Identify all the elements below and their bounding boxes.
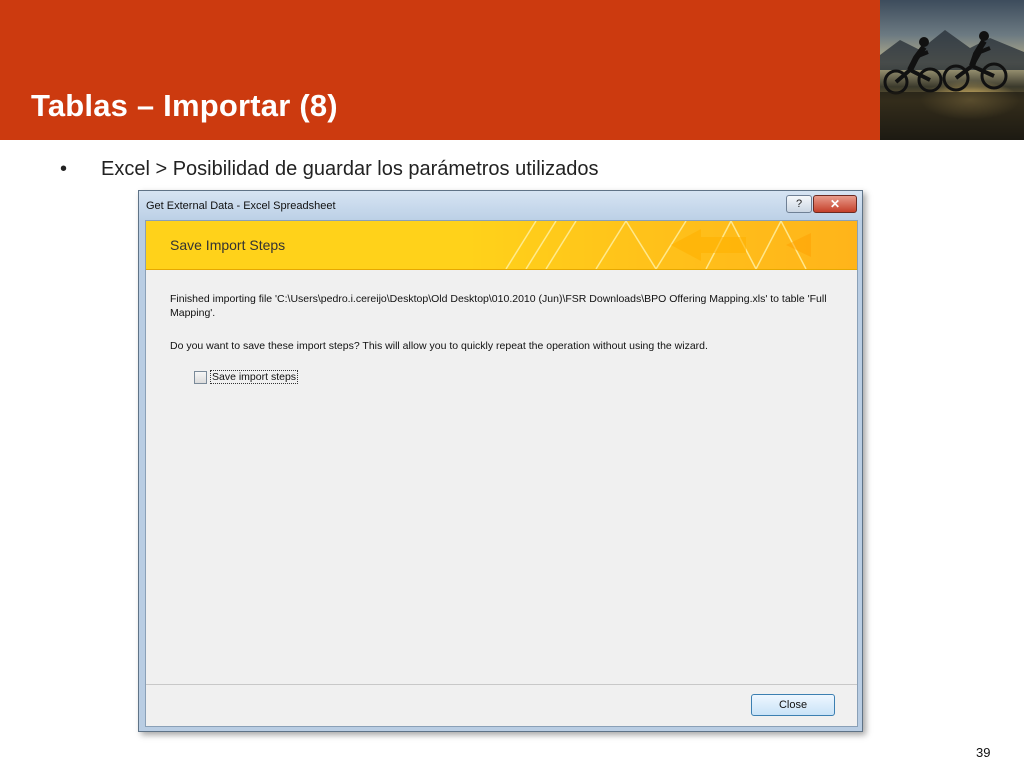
get-external-data-dialog: Get External Data - Excel Spreadsheet ? … [138, 190, 863, 732]
import-finished-message: Finished importing file 'C:\Users\pedro.… [170, 293, 827, 319]
bullet-marker: • [60, 158, 68, 180]
wizard-banner: Save Import Steps [146, 221, 857, 270]
save-import-steps-checkbox[interactable] [194, 371, 207, 384]
banner-title: Save Import Steps [170, 237, 286, 253]
save-steps-question: Do you want to save these import steps? … [170, 340, 708, 352]
dialog-titlebar[interactable]: Get External Data - Excel Spreadsheet ? … [139, 191, 862, 220]
cyclists-silhouette [880, 30, 1024, 140]
page-number: 39 [976, 745, 991, 760]
save-import-steps-label[interactable]: Save import steps [210, 370, 299, 384]
slide-title: Tablas – Importar (8) [31, 88, 338, 123]
cyclists-photo [880, 0, 1024, 140]
footer-divider [146, 684, 857, 685]
window-close-button[interactable]: ✕ [813, 195, 857, 213]
dialog-client-area: Save Import Steps Finished importing fil… [145, 220, 858, 727]
slide-header: Tablas – Importar (8) [0, 0, 880, 140]
bullet-text: Excel > Posibilidad de guardar los parám… [101, 158, 599, 180]
help-button[interactable]: ? [786, 195, 812, 213]
dialog-title: Get External Data - Excel Spreadsheet [146, 200, 336, 212]
close-button[interactable]: Close [751, 694, 835, 716]
